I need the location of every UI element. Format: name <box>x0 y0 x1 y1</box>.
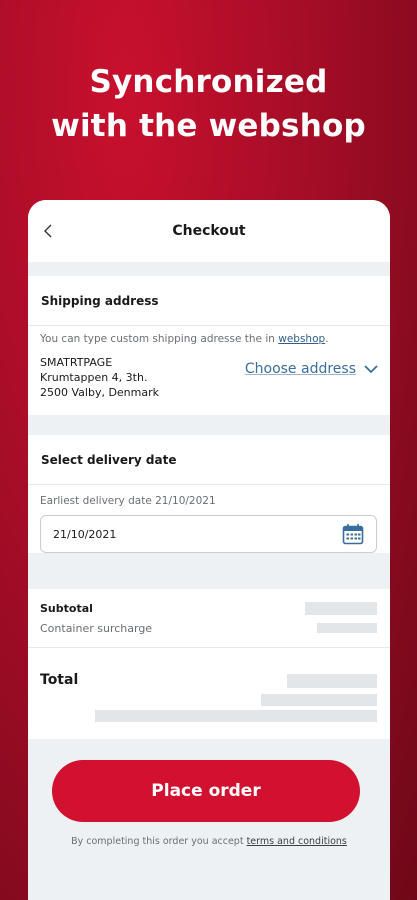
chevron-down-icon <box>364 364 378 373</box>
total-label: Total <box>40 672 79 688</box>
total-detail-row <box>28 694 390 706</box>
address-line: SMATRTPAGE <box>40 356 113 369</box>
page-title: Checkout <box>172 223 246 239</box>
chevron-left-icon[interactable] <box>42 224 56 238</box>
surcharge-row: Container surcharge <box>28 617 390 639</box>
divider <box>28 415 390 435</box>
place-order-button[interactable]: Place order <box>52 760 360 822</box>
divider <box>28 571 390 589</box>
subtotal-label: Subtotal <box>40 601 93 615</box>
earliest-delivery-note: Earliest delivery date 21/10/2021 <box>40 495 216 507</box>
hero-line-1: Synchronized <box>89 64 328 100</box>
checkout-header: Checkout <box>28 200 390 262</box>
total-detail-placeholder <box>95 710 377 722</box>
delivery-section: Select delivery date Earliest delivery d… <box>28 435 390 553</box>
delivery-date-field[interactable]: 21/10/2021 <box>40 515 377 553</box>
address-line: 2500 Valby, Denmark <box>40 386 160 399</box>
subtotal-row: Subtotal <box>28 599 390 617</box>
terms-note: By completing this order you accept term… <box>71 836 347 847</box>
shipping-note: You can type custom shipping adresse the… <box>40 333 329 345</box>
surcharge-value-placeholder <box>317 623 377 633</box>
surcharge-label: Container surcharge <box>40 621 153 635</box>
delivery-heading: Select delivery date <box>28 435 390 485</box>
calendar-icon[interactable] <box>342 523 364 545</box>
hero-line-2: with the webshop <box>51 108 366 144</box>
shipping-section: Shipping address You can type custom shi… <box>28 276 390 415</box>
phone-screen: Checkout Shipping address You can type c… <box>28 200 390 900</box>
address-row: SMATRTPAGE Krumtappen 4, 3th. 2500 Valby… <box>28 345 390 415</box>
terms-link[interactable]: terms and conditions <box>247 836 347 847</box>
total-value-placeholder <box>287 674 377 688</box>
total-detail-placeholder <box>261 694 377 706</box>
hero-headline: Synchronized with the webshop <box>0 60 417 148</box>
subtotal-value-placeholder <box>305 601 377 615</box>
address-line: Krumtappen 4, 3th. <box>40 371 148 384</box>
divider <box>28 262 390 276</box>
total-detail-row <box>28 710 390 722</box>
shipping-address: SMATRTPAGE Krumtappen 4, 3th. 2500 Valby… <box>40 355 159 400</box>
choose-address-label: Choose address <box>244 361 356 377</box>
delivery-date-value: 21/10/2021 <box>53 527 117 541</box>
shipping-heading: Shipping address <box>28 276 390 326</box>
webshop-link[interactable]: webshop <box>278 333 325 345</box>
total-row: Total <box>28 648 390 688</box>
choose-address-button[interactable]: Choose address <box>245 359 378 379</box>
order-summary: Subtotal Container surcharge Total <box>28 589 390 739</box>
